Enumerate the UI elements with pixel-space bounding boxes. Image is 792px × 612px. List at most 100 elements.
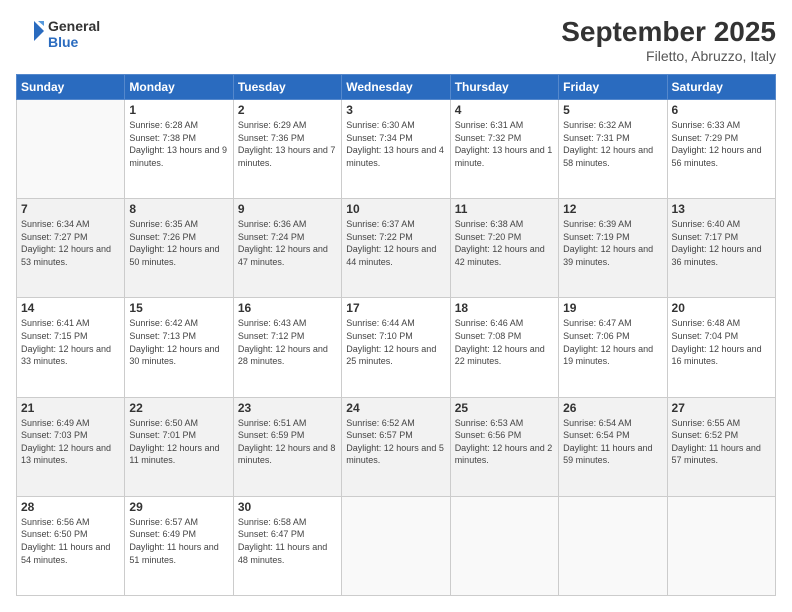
table-row: 7 Sunrise: 6:34 AMSunset: 7:27 PMDaylight… [17,199,125,298]
day-number: 3 [346,103,445,117]
day-info: Sunrise: 6:44 AMSunset: 7:10 PMDaylight:… [346,317,445,367]
day-number: 16 [238,301,337,315]
table-row: 21 Sunrise: 6:49 AMSunset: 7:03 PMDayligh… [17,397,125,496]
title-block: September 2025 Filetto, Abruzzo, Italy [561,16,776,64]
header-monday: Monday [125,75,233,100]
day-info: Sunrise: 6:36 AMSunset: 7:24 PMDaylight:… [238,218,337,268]
calendar-week-row: 14 Sunrise: 6:41 AMSunset: 7:15 PMDayligh… [17,298,776,397]
table-row: 30 Sunrise: 6:58 AMSunset: 6:47 PMDayligh… [233,496,341,595]
table-row: 29 Sunrise: 6:57 AMSunset: 6:49 PMDayligh… [125,496,233,595]
table-row [450,496,558,595]
header-thursday: Thursday [450,75,558,100]
table-row: 3 Sunrise: 6:30 AMSunset: 7:34 PMDaylight… [342,100,450,199]
day-number: 21 [21,401,120,415]
table-row: 9Sunrise: 6:36 AMSunset: 7:24 PMDaylight… [233,199,341,298]
table-row: 25 Sunrise: 6:53 AMSunset: 6:56 PMDayligh… [450,397,558,496]
location-subtitle: Filetto, Abruzzo, Italy [561,48,776,64]
day-number: 13 [672,202,771,216]
day-info: Sunrise: 6:46 AMSunset: 7:08 PMDaylight:… [455,317,554,367]
day-info: Sunrise: 6:30 AMSunset: 7:34 PMDaylight:… [346,119,445,169]
day-number: 1 [129,103,228,117]
table-row: 26Sunrise: 6:54 AMSunset: 6:54 PMDayligh… [559,397,667,496]
month-title: September 2025 [561,16,776,48]
day-number: 25 [455,401,554,415]
day-info: Sunrise: 6:50 AMSunset: 7:01 PMDaylight:… [129,417,228,467]
calendar-table: Sunday Monday Tuesday Wednesday Thursday… [16,74,776,596]
day-info: Sunrise: 6:48 AMSunset: 7:04 PMDaylight:… [672,317,771,367]
day-info: Sunrise: 6:34 AMSunset: 7:27 PMDaylight:… [21,218,120,268]
day-info: Sunrise: 6:51 AMSunset: 6:59 PMDaylight:… [238,417,337,467]
table-row: 6Sunrise: 6:33 AMSunset: 7:29 PMDaylight… [667,100,775,199]
day-info: Sunrise: 6:58 AMSunset: 6:47 PMDaylight:… [238,516,337,566]
day-number: 30 [238,500,337,514]
calendar-week-row: 28 Sunrise: 6:56 AMSunset: 6:50 PMDayligh… [17,496,776,595]
day-number: 6 [672,103,771,117]
day-number: 27 [672,401,771,415]
day-number: 8 [129,202,228,216]
table-row [667,496,775,595]
table-row: 8Sunrise: 6:35 AMSunset: 7:26 PMDaylight… [125,199,233,298]
logo-line1: General [48,18,100,34]
day-number: 12 [563,202,662,216]
day-info: Sunrise: 6:29 AMSunset: 7:36 PMDaylight:… [238,119,337,169]
day-number: 19 [563,301,662,315]
day-number: 29 [129,500,228,514]
day-info: Sunrise: 6:41 AMSunset: 7:15 PMDaylight:… [21,317,120,367]
day-info: Sunrise: 6:55 AMSunset: 6:52 PMDaylight:… [672,417,771,467]
table-row: 4 Sunrise: 6:31 AMSunset: 7:32 PMDaylight… [450,100,558,199]
logo-icon [16,16,46,46]
table-row: 20Sunrise: 6:48 AMSunset: 7:04 PMDayligh… [667,298,775,397]
day-info: Sunrise: 6:53 AMSunset: 6:56 PMDaylight:… [455,417,554,467]
day-info: Sunrise: 6:57 AMSunset: 6:49 PMDaylight:… [129,516,228,566]
header: General Blue September 2025 Filetto, Abr… [16,16,776,64]
table-row: 1Sunrise: 6:28 AMSunset: 7:38 PMDaylight… [125,100,233,199]
day-info: Sunrise: 6:47 AMSunset: 7:06 PMDaylight:… [563,317,662,367]
header-sunday: Sunday [17,75,125,100]
table-row: 2Sunrise: 6:29 AMSunset: 7:36 PMDaylight… [233,100,341,199]
day-info: Sunrise: 6:42 AMSunset: 7:13 PMDaylight:… [129,317,228,367]
day-number: 4 [455,103,554,117]
table-row: 10Sunrise: 6:37 AMSunset: 7:22 PMDayligh… [342,199,450,298]
header-saturday: Saturday [667,75,775,100]
calendar-header-row: Sunday Monday Tuesday Wednesday Thursday… [17,75,776,100]
calendar-week-row: 21 Sunrise: 6:49 AMSunset: 7:03 PMDayligh… [17,397,776,496]
header-tuesday: Tuesday [233,75,341,100]
table-row: 5Sunrise: 6:32 AMSunset: 7:31 PMDaylight… [559,100,667,199]
table-row: 28 Sunrise: 6:56 AMSunset: 6:50 PMDayligh… [17,496,125,595]
day-number: 14 [21,301,120,315]
day-info: Sunrise: 6:56 AMSunset: 6:50 PMDaylight:… [21,516,120,566]
day-number: 24 [346,401,445,415]
day-number: 17 [346,301,445,315]
day-number: 26 [563,401,662,415]
day-number: 22 [129,401,228,415]
day-info: Sunrise: 6:38 AMSunset: 7:20 PMDaylight:… [455,218,554,268]
table-row: 14 Sunrise: 6:41 AMSunset: 7:15 PMDayligh… [17,298,125,397]
table-row: 16 Sunrise: 6:43 AMSunset: 7:12 PMDayligh… [233,298,341,397]
table-row [342,496,450,595]
table-row [559,496,667,595]
day-info: Sunrise: 6:40 AMSunset: 7:17 PMDaylight:… [672,218,771,268]
logo: General Blue [16,16,100,51]
table-row: 24 Sunrise: 6:52 AMSunset: 6:57 PMDayligh… [342,397,450,496]
table-row: 27 Sunrise: 6:55 AMSunset: 6:52 PMDayligh… [667,397,775,496]
day-info: Sunrise: 6:43 AMSunset: 7:12 PMDaylight:… [238,317,337,367]
day-number: 11 [455,202,554,216]
table-row: 15 Sunrise: 6:42 AMSunset: 7:13 PMDayligh… [125,298,233,397]
header-friday: Friday [559,75,667,100]
table-row: 23 Sunrise: 6:51 AMSunset: 6:59 PMDayligh… [233,397,341,496]
day-number: 10 [346,202,445,216]
day-info: Sunrise: 6:31 AMSunset: 7:32 PMDaylight:… [455,119,554,169]
page: General Blue September 2025 Filetto, Abr… [0,0,792,612]
day-number: 23 [238,401,337,415]
day-number: 5 [563,103,662,117]
table-row: 11 Sunrise: 6:38 AMSunset: 7:20 PMDayligh… [450,199,558,298]
day-info: Sunrise: 6:52 AMSunset: 6:57 PMDaylight:… [346,417,445,467]
day-number: 15 [129,301,228,315]
calendar-week-row: 1Sunrise: 6:28 AMSunset: 7:38 PMDaylight… [17,100,776,199]
table-row: 18Sunrise: 6:46 AMSunset: 7:08 PMDayligh… [450,298,558,397]
day-number: 28 [21,500,120,514]
day-info: Sunrise: 6:49 AMSunset: 7:03 PMDaylight:… [21,417,120,467]
logo-line2: Blue [48,34,100,50]
table-row [17,100,125,199]
day-number: 7 [21,202,120,216]
